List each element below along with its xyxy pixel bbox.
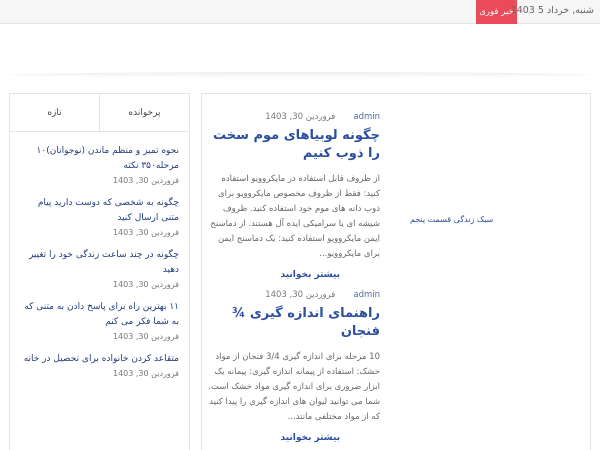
- post-date: فروردین 30, 1403: [265, 112, 336, 122]
- post-date: فروردین 30, 1403: [265, 290, 336, 300]
- header-divider: [10, 72, 590, 78]
- tab-popular[interactable]: پرخوانده: [99, 94, 189, 131]
- post-excerpt: 10 مرحله برای اندازه گیری 3/4 فنجان از م…: [208, 352, 380, 422]
- list-item-title[interactable]: چگونه در چند ساعت زندگی خود را تغییر دهی…: [20, 248, 179, 278]
- tab-latest[interactable]: تازه: [10, 94, 99, 131]
- list-item-title[interactable]: چگونه به شخصی که دوست دارید پیام متنی ار…: [20, 196, 179, 226]
- sidebar-tabs: تازه پرخوانده: [10, 94, 189, 132]
- sidebar-widget: تازه پرخوانده نحوه تمیز و منظم ماندن (نو…: [9, 93, 190, 450]
- post-title[interactable]: چگونه لوبیاهای موم سخت را ذوب کنیم: [205, 127, 380, 163]
- list-item-date: فروردین 30, 1403: [112, 369, 179, 378]
- post-excerpt: از ظروف قابل استفاده در مایکروویو استفاد…: [210, 174, 380, 259]
- post-author[interactable]: admin: [353, 290, 380, 300]
- list-item-title[interactable]: ۱۱ بهترین راه برای پاسخ دادن به متنی که …: [20, 300, 179, 330]
- list-item-title[interactable]: نحوه تمیز و منظم ماندن (نوجوانان)۱۰ مرحل…: [20, 144, 179, 174]
- list-item-date: فروردین 30, 1403: [112, 228, 179, 237]
- list-item[interactable]: ۱۱ بهترین راه برای پاسخ دادن به متنی که …: [20, 300, 179, 341]
- list-item[interactable]: چگونه در چند ساعت زندگی خود را تغییر دهی…: [20, 248, 179, 289]
- top-bar: خبر فوری شنبه, خرداد 5 1403: [0, 0, 600, 24]
- post-title[interactable]: راهنمای اندازه گیری ¾ فنجان: [205, 305, 380, 341]
- category-link[interactable]: سبک زندگی قسمت پنجم: [410, 215, 493, 224]
- sidebar-post-list: نحوه تمیز و منظم ماندن (نوجوانان)۱۰ مرحل…: [10, 132, 189, 378]
- current-date: شنبه, خرداد 5 1403: [510, 5, 594, 16]
- read-more-link[interactable]: بیشتر بخوانید: [205, 433, 380, 443]
- list-item[interactable]: چگونه به شخصی که دوست دارید پیام متنی ار…: [20, 196, 179, 237]
- post-meta: admin فروردین 30, 1403: [205, 290, 380, 300]
- list-item[interactable]: متقاعد کردن خانواده برای تحصیل در خانه ف…: [20, 352, 179, 378]
- list-item-title[interactable]: متقاعد کردن خانواده برای تحصیل در خانه: [20, 352, 179, 367]
- post-card: admin فروردین 30, 1403 چگونه لوبیاهای مو…: [205, 112, 380, 280]
- list-item-date: فروردین 30, 1403: [112, 332, 179, 341]
- read-more-link[interactable]: بیشتر بخوانید: [205, 270, 380, 280]
- post-card: admin فروردین 30, 1403 راهنمای اندازه گی…: [205, 290, 380, 443]
- post-author[interactable]: admin: [353, 112, 380, 122]
- post-meta: admin فروردین 30, 1403: [205, 112, 380, 122]
- list-item-date: فروردین 30, 1403: [112, 176, 179, 185]
- list-item-date: فروردین 30, 1403: [112, 280, 179, 289]
- list-item[interactable]: نحوه تمیز و منظم ماندن (نوجوانان)۱۰ مرحل…: [20, 144, 179, 185]
- main-content: سبک زندگی قسمت پنجم admin فروردین 30, 14…: [201, 93, 591, 450]
